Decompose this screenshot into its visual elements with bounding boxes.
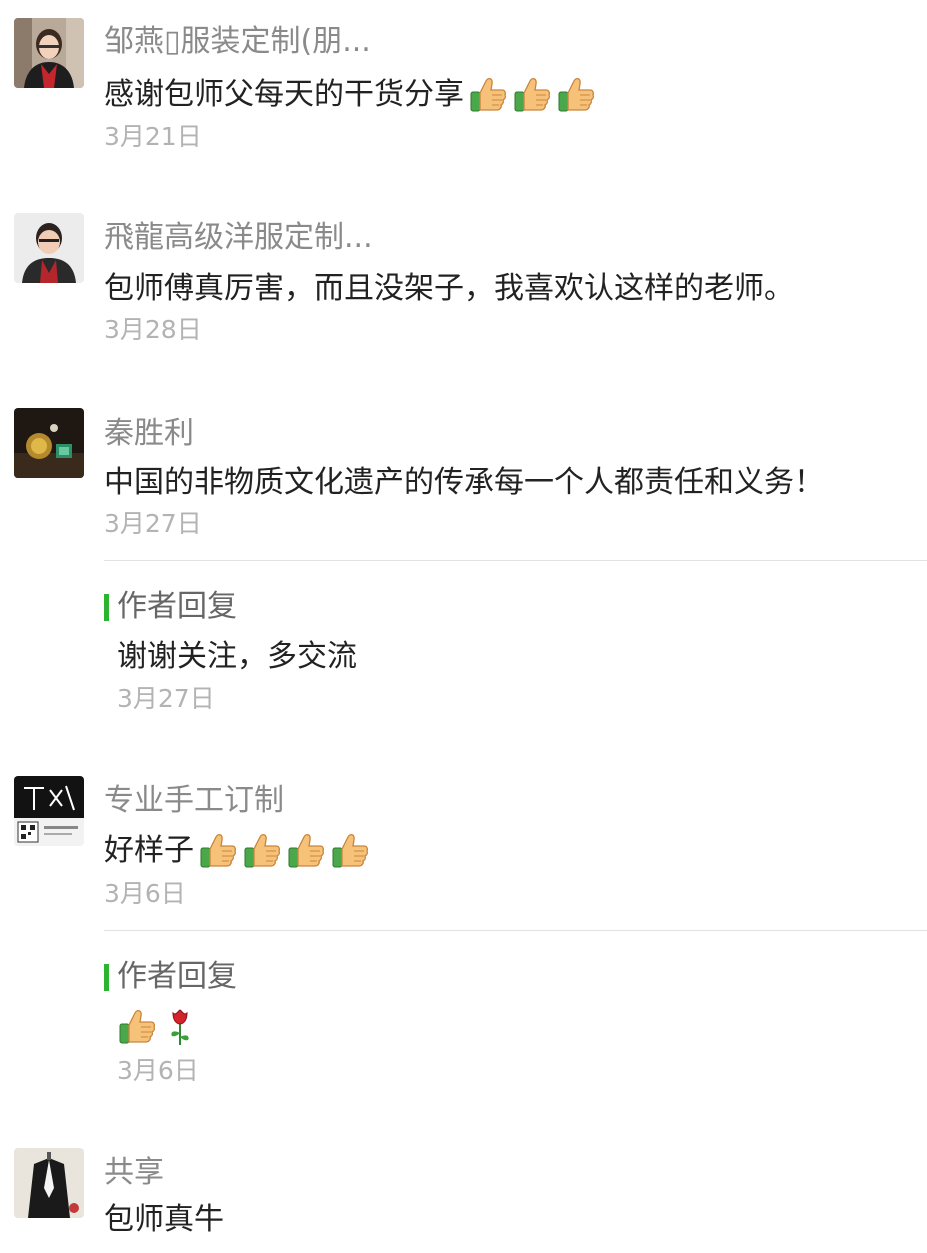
thumbs-up-icon bbox=[556, 75, 596, 115]
reply-divider bbox=[104, 560, 927, 561]
thumbs-up-icon bbox=[286, 831, 326, 871]
avatar[interactable] bbox=[14, 1148, 84, 1218]
author-reply-label: 作者回复 bbox=[117, 589, 237, 624]
avatar-woman-portrait-icon bbox=[14, 18, 84, 88]
avatar-man-portrait-icon bbox=[14, 213, 84, 283]
author-reply-text-row bbox=[117, 1007, 197, 1047]
author-reply-text-row: 谢谢关注，多交流 bbox=[117, 636, 357, 678]
comment-text-row: 包师真牛 bbox=[104, 1199, 224, 1241]
reply-divider bbox=[104, 930, 927, 931]
thumbs-up-icon bbox=[330, 831, 370, 871]
comment-text-row: 好样子 bbox=[104, 830, 370, 872]
comment-text: 包师真牛 bbox=[104, 1202, 224, 1237]
reply-accent-bar bbox=[104, 593, 109, 621]
commenter-name[interactable]: 共享 bbox=[104, 1153, 164, 1193]
comment-date: 3月28日 bbox=[104, 315, 202, 344]
reply-accent-bar bbox=[104, 963, 109, 991]
author-reply-date: 3月27日 bbox=[117, 684, 215, 713]
comment-date: 3月6日 bbox=[104, 879, 186, 908]
avatar[interactable] bbox=[14, 408, 84, 478]
commenter-name[interactable]: 秦胜利 bbox=[104, 414, 194, 454]
comment-date: 3月21日 bbox=[104, 122, 202, 151]
comment-text: 包师傅真厉害，而且没架子，我喜欢认这样的老师。 bbox=[104, 271, 794, 306]
comment-text-row: 中国的非物质文化遗产的传承每一个人都责任和义务！ bbox=[104, 462, 824, 504]
thumbs-up-icon bbox=[468, 75, 508, 115]
author-reply-text: 谢谢关注，多交流 bbox=[117, 639, 357, 674]
thumbs-up-icon bbox=[242, 831, 282, 871]
avatar-jewelry-icon bbox=[14, 408, 84, 478]
avatar[interactable] bbox=[14, 776, 84, 846]
avatar-logo-qr-icon bbox=[14, 776, 84, 846]
author-reply-header: 作者回复 bbox=[104, 957, 237, 997]
comment-text: 中国的非物质文化遗产的传承每一个人都责任和义务！ bbox=[104, 465, 824, 500]
thumbs-up-icon bbox=[512, 75, 552, 115]
thumbs-up-icon bbox=[198, 831, 238, 871]
comment-text: 感谢包师父每天的干货分享 bbox=[104, 77, 464, 112]
thumbs-up-icon bbox=[117, 1007, 157, 1047]
avatar-suit-icon bbox=[14, 1148, 84, 1218]
comment-text-row: 感谢包师父每天的干货分享 bbox=[104, 74, 596, 116]
comment-text-row: 包师傅真厉害，而且没架子，我喜欢认这样的老师。 bbox=[104, 268, 794, 310]
commenter-name[interactable]: 邹燕▯服装定制(朋... bbox=[104, 22, 371, 62]
comment-text: 好样子 bbox=[104, 833, 194, 868]
avatar[interactable] bbox=[14, 213, 84, 283]
commenter-name[interactable]: 专业手工订制 bbox=[104, 781, 284, 821]
comment-date: 3月27日 bbox=[104, 509, 202, 538]
author-reply-label: 作者回复 bbox=[117, 959, 237, 994]
rose-icon bbox=[163, 1007, 197, 1047]
avatar[interactable] bbox=[14, 18, 84, 88]
author-reply-date: 3月6日 bbox=[117, 1056, 199, 1085]
commenter-name[interactable]: 飛龍高级洋服定制... bbox=[104, 218, 373, 258]
author-reply-header: 作者回复 bbox=[104, 587, 237, 627]
